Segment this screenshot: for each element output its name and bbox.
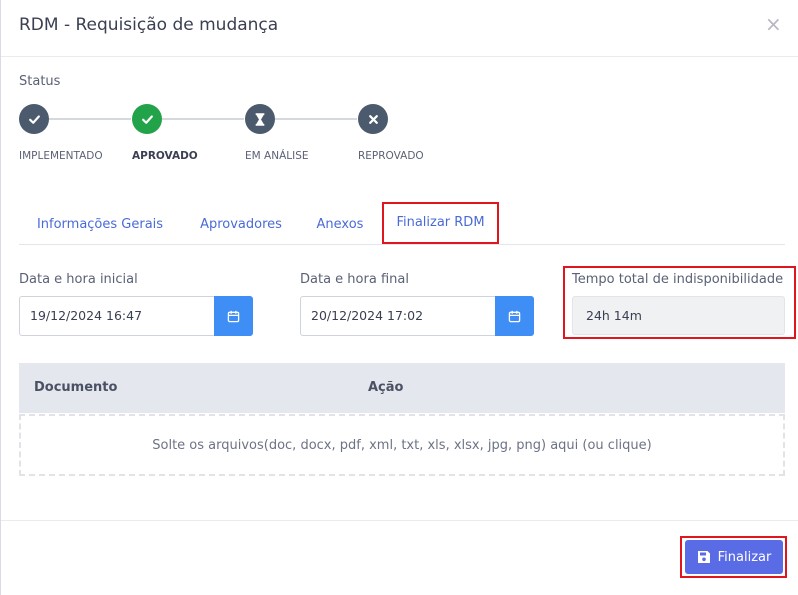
rdm-modal: RDM - Requisição de mudança × Status IMP… bbox=[0, 0, 798, 595]
check-icon bbox=[19, 104, 49, 134]
documents-table-header: Documento Ação bbox=[19, 363, 785, 413]
tab-bar: Informações Gerais Aprovadores Anexos Fi… bbox=[19, 202, 785, 245]
check-icon bbox=[132, 104, 162, 134]
close-icon[interactable]: × bbox=[765, 14, 782, 34]
status-label: Status bbox=[19, 74, 61, 89]
tab-finalizar-rdm[interactable]: Finalizar RDM bbox=[382, 202, 499, 244]
step-label: REPROVADO bbox=[358, 150, 424, 162]
save-icon bbox=[697, 551, 710, 563]
status-stepper: IMPLEMENTADO APROVADO EM ANÁLISE REPROVA… bbox=[19, 104, 424, 168]
end-calendar-button[interactable] bbox=[495, 296, 534, 336]
step-connector bbox=[162, 118, 244, 120]
step-connector bbox=[275, 118, 357, 120]
tab-aprovadores[interactable]: Aprovadores bbox=[189, 204, 293, 245]
modal-title: RDM - Requisição de mudança bbox=[19, 15, 279, 35]
calendar-icon bbox=[227, 310, 240, 322]
end-date-label: Data e hora final bbox=[300, 272, 409, 287]
start-date-input[interactable]: 19/12/2024 16:47 bbox=[19, 296, 214, 336]
calendar-icon bbox=[508, 310, 521, 322]
column-documento: Documento bbox=[34, 380, 118, 395]
tab-anexos[interactable]: Anexos bbox=[307, 204, 373, 245]
tab-informacoes-gerais[interactable]: Informações Gerais bbox=[19, 204, 181, 245]
finalize-label: Finalizar bbox=[717, 549, 772, 565]
step-label: EM ANÁLISE bbox=[245, 150, 309, 162]
step-label: APROVADO bbox=[132, 150, 198, 162]
file-dropzone[interactable]: Solte os arquivos(doc, docx, pdf, xml, t… bbox=[19, 414, 785, 476]
start-calendar-button[interactable] bbox=[214, 296, 253, 336]
finalize-button[interactable]: Finalizar bbox=[685, 540, 783, 574]
start-date-label: Data e hora inicial bbox=[19, 272, 138, 287]
step-label: IMPLEMENTADO bbox=[19, 150, 103, 162]
column-acao: Ação bbox=[368, 380, 404, 395]
modal-header: RDM - Requisição de mudança × bbox=[1, 0, 798, 57]
step-connector bbox=[49, 118, 131, 120]
total-time-field: 24h 14m bbox=[572, 296, 785, 335]
total-time-label: Tempo total de indisponibilidade bbox=[572, 272, 784, 287]
modal-footer bbox=[1, 520, 798, 595]
dropzone-text: Solte os arquivos(doc, docx, pdf, xml, t… bbox=[152, 437, 652, 453]
close-icon bbox=[358, 104, 388, 134]
hourglass-icon bbox=[245, 104, 275, 134]
end-date-input[interactable]: 20/12/2024 17:02 bbox=[300, 296, 495, 336]
